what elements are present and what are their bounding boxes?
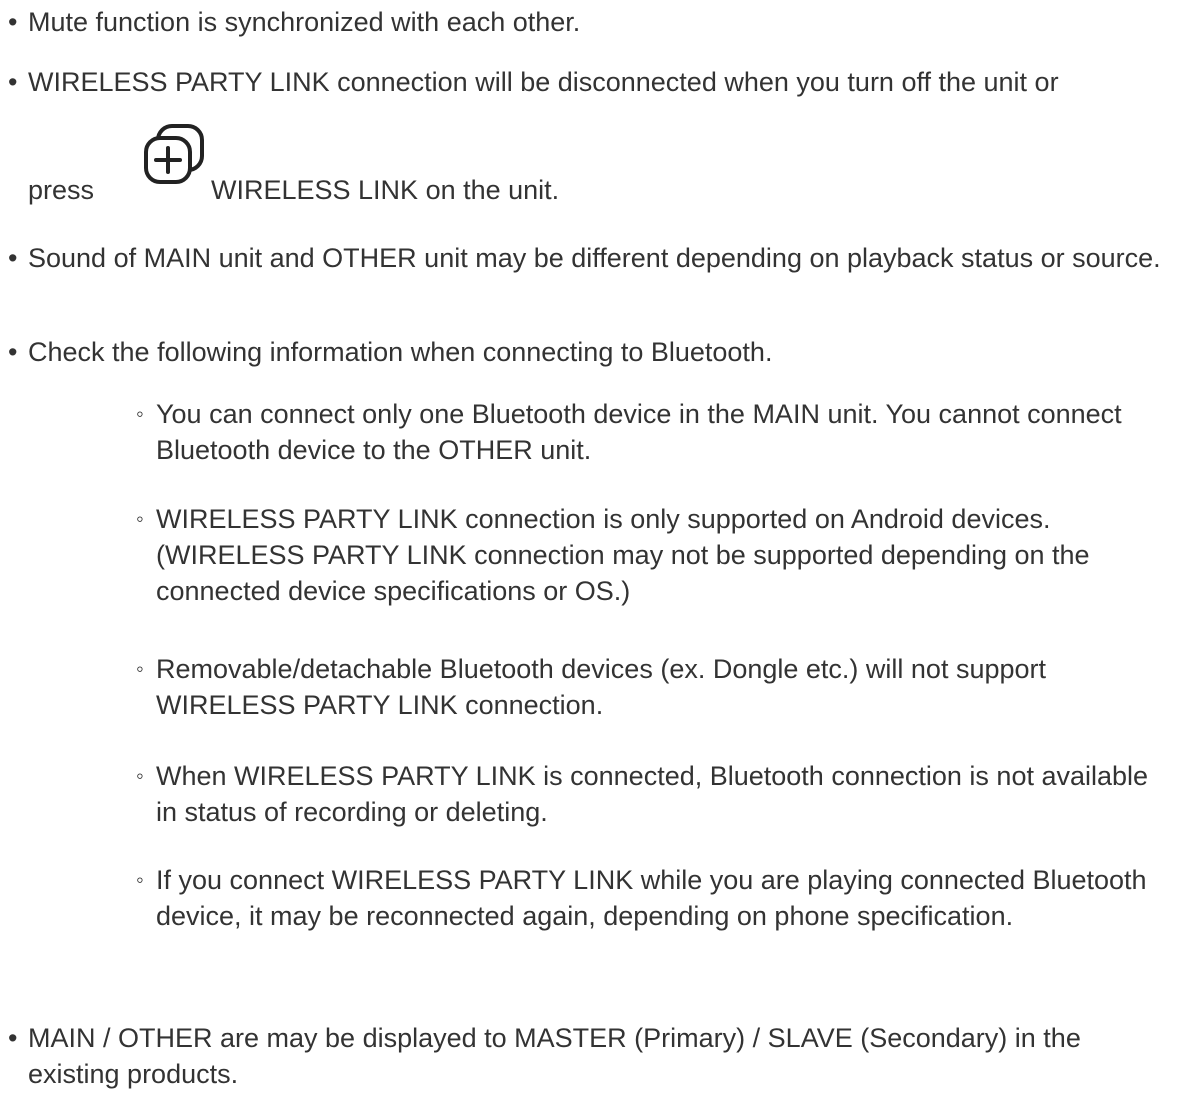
sub-bullet-mark: ◦ [136,656,144,681]
sub-bullet-mark: ◦ [136,867,144,892]
sub-bullet-one-device: ◦ You can connect only one Bluetooth dev… [136,396,1176,468]
bullet-disconnect-text: WIRELESS PARTY LINK connection will be d… [28,67,1059,97]
press-row: press WIRELESS LINK on the unit. [28,122,1028,208]
bullet-sound: • Sound of MAIN unit and OTHER unit may … [8,240,1178,276]
sub-bullet-removable-text: Removable/detachable Bluetooth devices (… [156,654,1046,720]
sub-bullet-mark: ◦ [136,763,144,788]
bullet-main-other: • MAIN / OTHER are may be displayed to M… [8,1020,1178,1092]
bullet-mark: • [8,1023,18,1053]
press-word: press [28,175,95,205]
sub-bullet-reconnect: ◦ If you connect WIRELESS PARTY LINK whi… [136,862,1176,934]
bullet-disconnect: • WIRELESS PARTY LINK connection will be… [8,64,1178,100]
manual-page: • Mute function is synchronized with eac… [0,0,1181,1097]
bullet-mark: • [8,67,18,97]
bullet-mark: • [8,337,18,367]
bullet-check: • Check the following information when c… [8,334,1178,370]
sub-bullet-reconnect-text: If you connect WIRELESS PARTY LINK while… [156,865,1147,931]
bullet-main-other-text: MAIN / OTHER are may be displayed to MAS… [28,1023,1081,1089]
sub-bullet-removable: ◦ Removable/detachable Bluetooth devices… [136,651,1176,723]
bullet-check-text: Check the following information when con… [28,337,773,367]
sub-bullet-recording: ◦ When WIRELESS PARTY LINK is connected,… [136,758,1176,830]
bullet-mute: • Mute function is synchronized with eac… [8,4,1178,40]
wireless-link-label: WIRELESS LINK on the unit. [211,175,560,205]
bullet-mark: • [8,243,18,273]
bullet-sound-text: Sound of MAIN unit and OTHER unit may be… [28,243,1161,273]
sub-bullet-one-device-text: You can connect only one Bluetooth devic… [156,399,1122,465]
sub-bullet-recording-text: When WIRELESS PARTY LINK is connected, B… [156,761,1149,827]
bullet-mute-text: Mute function is synchronized with each … [28,7,581,37]
sub-bullet-android-text: WIRELESS PARTY LINK connection is only s… [156,504,1090,606]
sub-bullet-android: ◦ WIRELESS PARTY LINK connection is only… [136,501,1176,609]
sub-bullet-mark: ◦ [136,401,144,426]
sub-bullet-mark: ◦ [136,506,144,531]
bullet-mark: • [8,7,18,37]
